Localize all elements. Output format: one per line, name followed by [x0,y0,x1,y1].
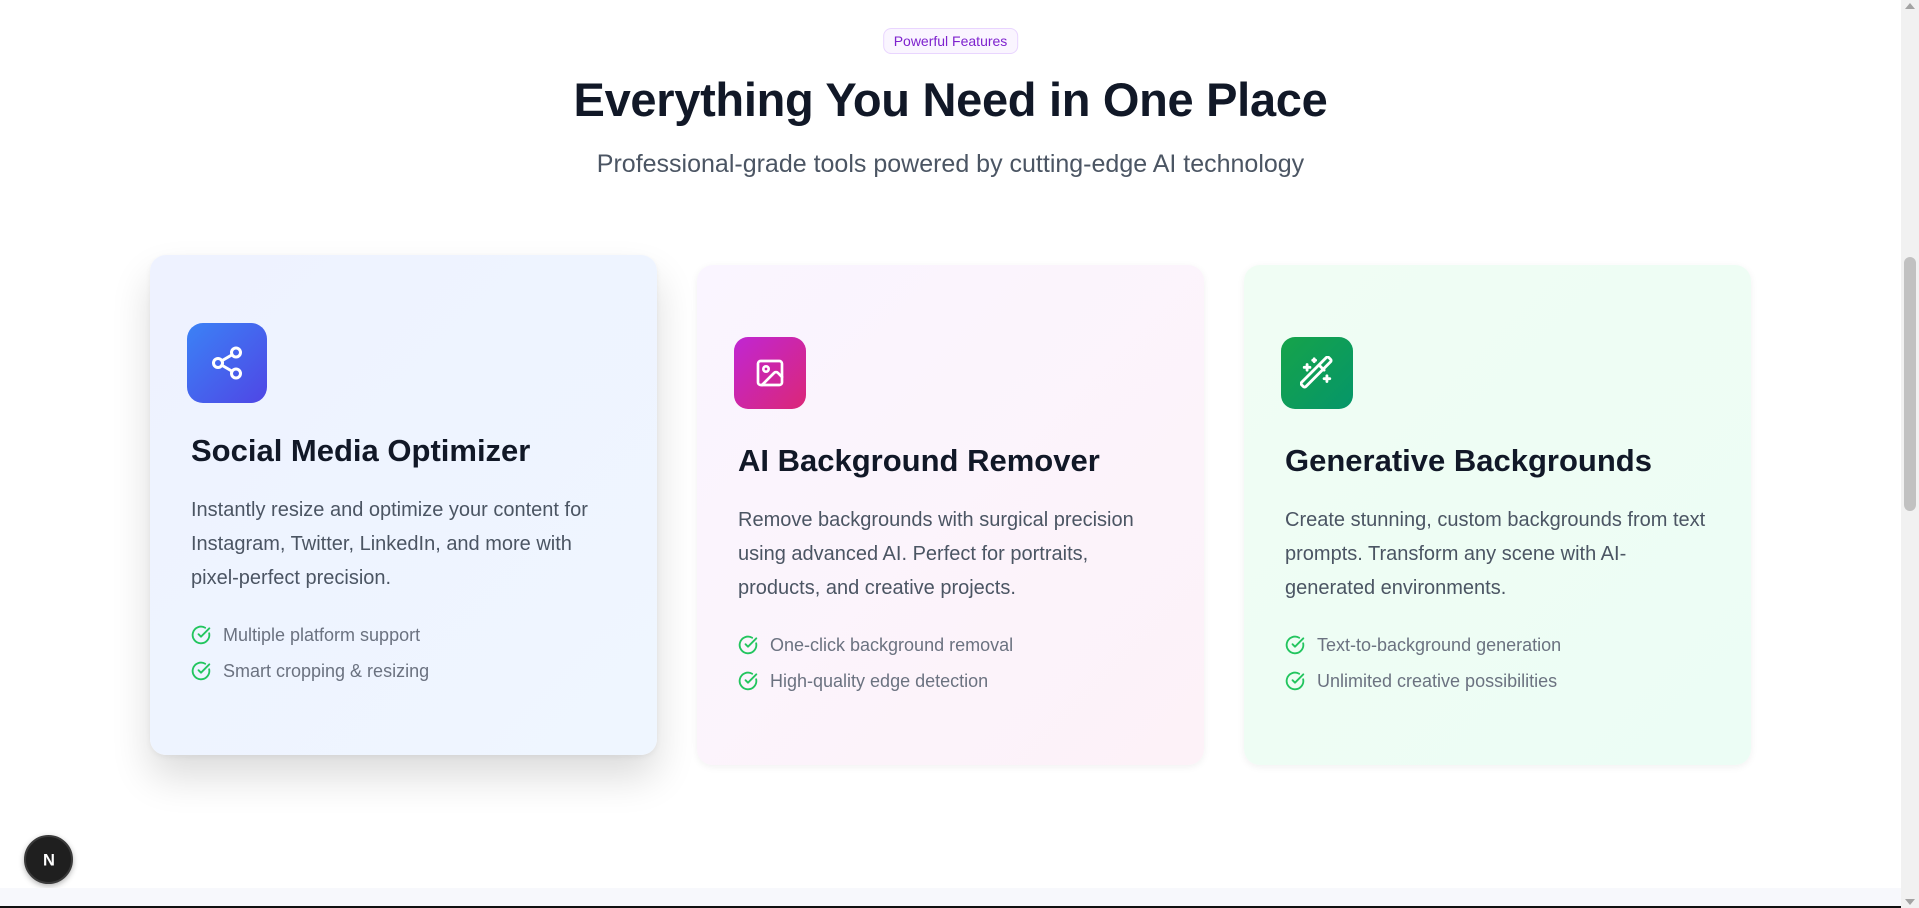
card-title: Social Media Optimizer [191,433,531,468]
section-subtitle: Professional-grade tools powered by cutt… [596,150,1305,178]
check-circle-icon [1285,635,1305,655]
next-section-edge [0,888,1901,908]
card-title: Generative Backgrounds [1285,443,1652,478]
feature-card-social-media-optimizer[interactable]: Social Media Optimizer Instantly resize … [150,255,657,755]
feature-item: Multiple platform support [191,617,429,653]
scroll-up-icon[interactable] [1905,3,1915,9]
feature-item: One-click background removal [738,627,1013,663]
check-circle-icon [1285,671,1305,691]
scrollbar-thumb[interactable] [1904,257,1916,511]
feature-label: High-quality edge detection [770,670,989,691]
card-title: AI Background Remover [738,443,1100,478]
page-scrollbar[interactable] [1901,0,1919,908]
card-description: Create stunning, custom backgrounds from… [1285,509,1706,599]
check-circle-icon [738,635,758,655]
feature-label: Text-to-background generation [1317,634,1562,655]
scroll-down-icon[interactable] [1905,899,1915,905]
image-icon [734,337,806,409]
section-badge: Powerful Features [882,28,1019,54]
feature-card-generative-backgrounds[interactable]: Generative Backgrounds Create stunning, … [1244,265,1751,765]
section-title: Everything You Need in One Place [573,73,1328,126]
feature-item: Unlimited creative possibilities [1285,663,1561,699]
feature-item: Smart cropping & resizing [191,653,429,689]
next-logo-icon: N [43,851,55,869]
feature-item: High-quality edge detection [738,663,1013,699]
dev-tools-button[interactable]: N [24,835,73,884]
features-section: Powerful Features Everything You Need in… [0,0,1901,888]
check-circle-icon [191,625,211,645]
magic-wand-icon [1281,337,1353,409]
dev-indicator-label: N [43,851,55,869]
feature-label: One-click background removal [770,634,1014,655]
feature-item: Text-to-background generation [1285,627,1561,663]
card-description: Instantly resize and optimize your conte… [191,499,588,589]
check-circle-icon [191,661,211,681]
share-icon [187,323,267,403]
feature-list: One-click background removal High-qualit… [738,627,1013,699]
feature-list: Text-to-background generation Unlimited … [1285,627,1561,699]
feature-list: Multiple platform support Smart cropping… [191,617,429,689]
feature-label: Smart cropping & resizing [223,660,430,681]
check-circle-icon [738,671,758,691]
feature-label: Multiple platform support [223,624,421,645]
feature-card-ai-background-remover[interactable]: AI Background Remover Remove backgrounds… [697,265,1204,765]
feature-label: Unlimited creative possibilities [1317,670,1558,691]
card-description: Remove backgrounds with surgical precisi… [738,509,1134,599]
